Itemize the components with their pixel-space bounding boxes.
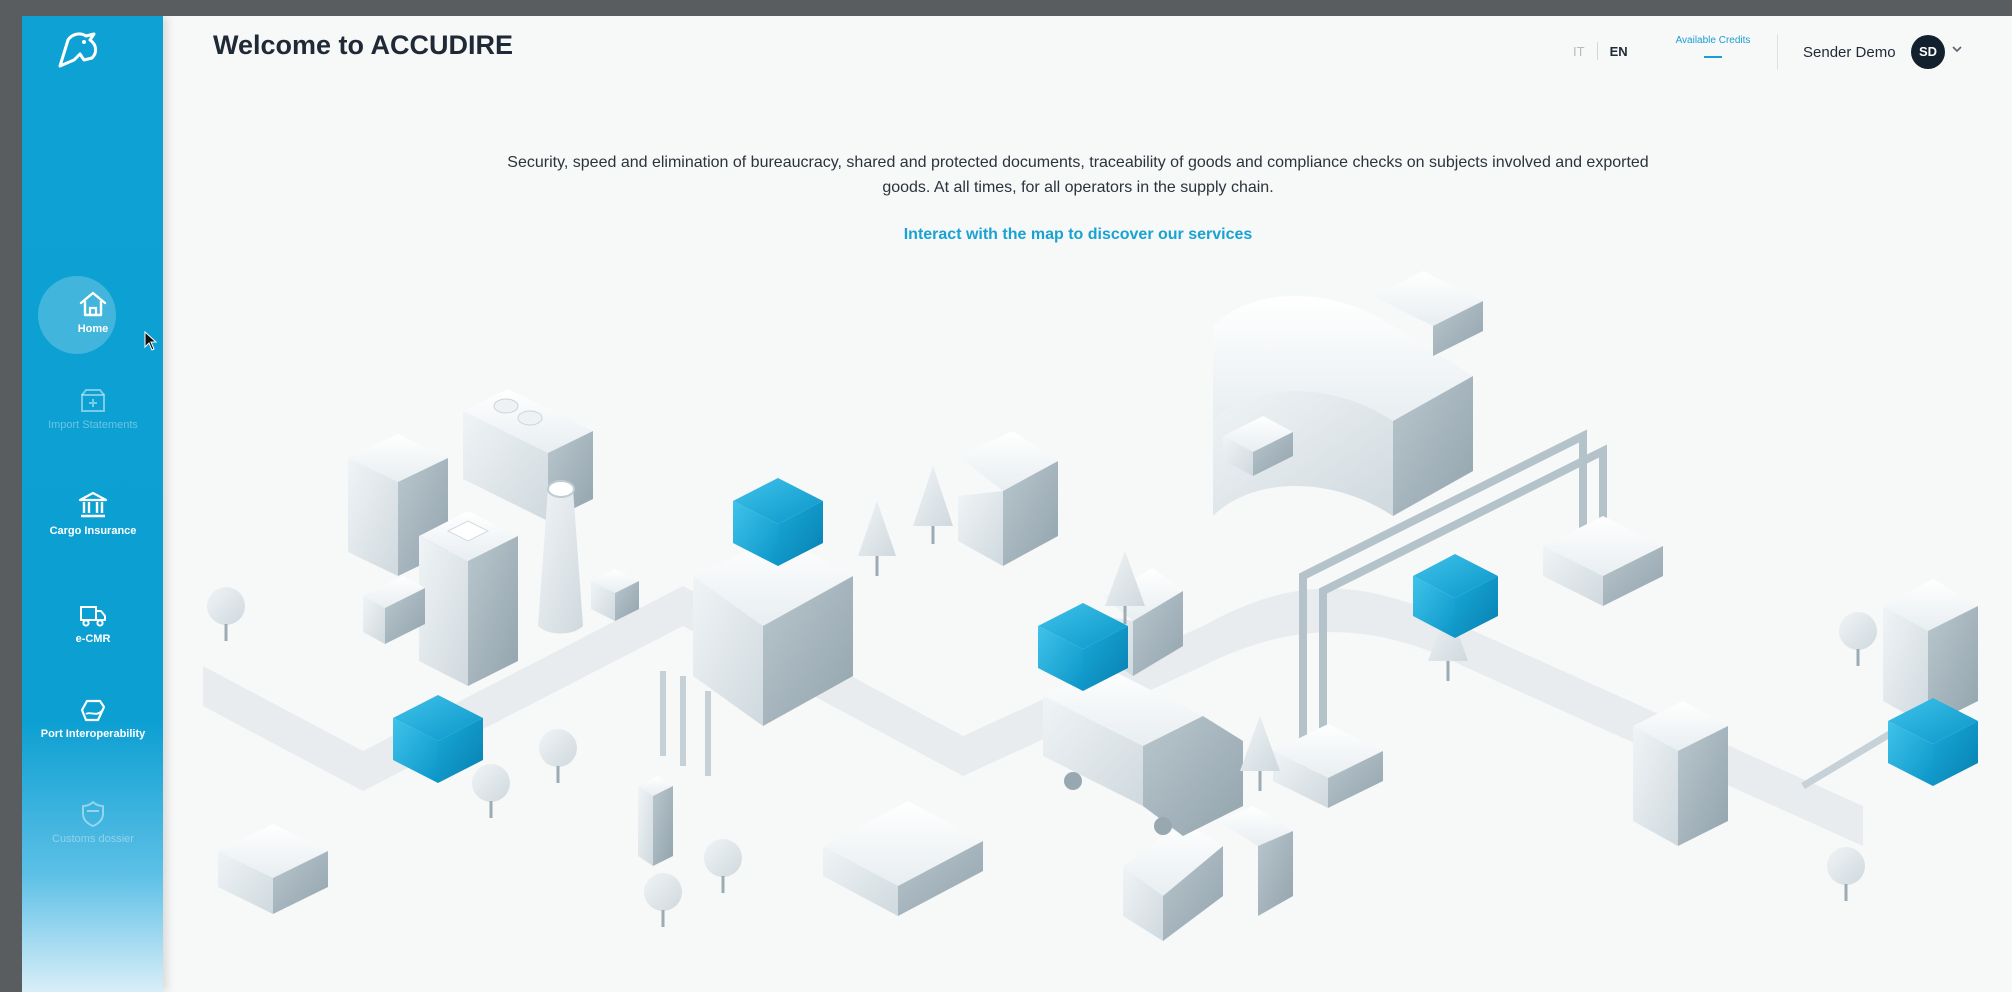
sidebar-item-label: Home	[77, 323, 109, 335]
main-content: Welcome to ACCUDIRE IT EN Available Cred…	[163, 16, 2012, 992]
sidebar-item-cargo-insurance[interactable]: Cargo Insurance	[28, 490, 158, 539]
sidebar: Home Import Statements Cargo Insurance e…	[22, 16, 163, 992]
credits-label: Available Credits	[1675, 35, 1751, 46]
sidebar-item-port-interoperability[interactable]: Port Interoperability	[28, 697, 158, 742]
available-credits[interactable]: Available Credits	[1668, 35, 1758, 58]
intro-text: Security, speed and elimination of burea…	[507, 154, 1649, 196]
language-divider	[1596, 42, 1598, 60]
ship-icon	[80, 699, 106, 722]
sidebar-item-import-statements[interactable]: Import Statements	[28, 388, 158, 433]
isometric-map[interactable]	[163, 246, 2012, 966]
app-window: Home Import Statements Cargo Insurance e…	[22, 16, 2012, 992]
language-switcher: IT EN	[1573, 42, 1628, 60]
sidebar-item-label: e-CMR	[75, 633, 111, 645]
credits-indicator	[1704, 56, 1722, 58]
box-icon	[81, 389, 105, 412]
sidebar-item-label: Import Statements	[48, 419, 138, 431]
house	[660, 536, 853, 776]
sidebar-item-label: Cargo Insurance	[49, 525, 137, 537]
avatar[interactable]: SD	[1911, 35, 1945, 69]
page-title: Welcome to ACCUDIRE	[213, 30, 514, 60]
home-icon	[79, 291, 107, 317]
warehouse	[1213, 271, 1483, 516]
sidebar-item-label: Port Interoperability	[40, 728, 146, 740]
sidebar-item-label: Customs dossier	[52, 833, 134, 845]
sidebar-item-customs-dossier[interactable]: Customs dossier	[28, 800, 158, 847]
mouse-cursor-icon	[144, 331, 158, 351]
header-divider	[1777, 34, 1778, 70]
language-it-button[interactable]: IT	[1573, 44, 1585, 59]
user-name[interactable]: Sender Demo	[1803, 44, 1896, 61]
bank-icon	[78, 491, 108, 518]
truck	[1043, 666, 1243, 836]
sidebar-item-home[interactable]: Home	[28, 290, 158, 337]
chevron-down-icon[interactable]	[1951, 44, 1963, 54]
map-cta-link[interactable]: Interact with the map to discover our se…	[743, 226, 1413, 244]
shield-icon	[82, 801, 104, 827]
truck-icon	[80, 606, 106, 627]
sidebar-item-ecmr[interactable]: e-CMR	[28, 604, 158, 647]
bird-logo-icon[interactable]	[54, 30, 106, 70]
language-en-button[interactable]: EN	[1610, 44, 1628, 59]
